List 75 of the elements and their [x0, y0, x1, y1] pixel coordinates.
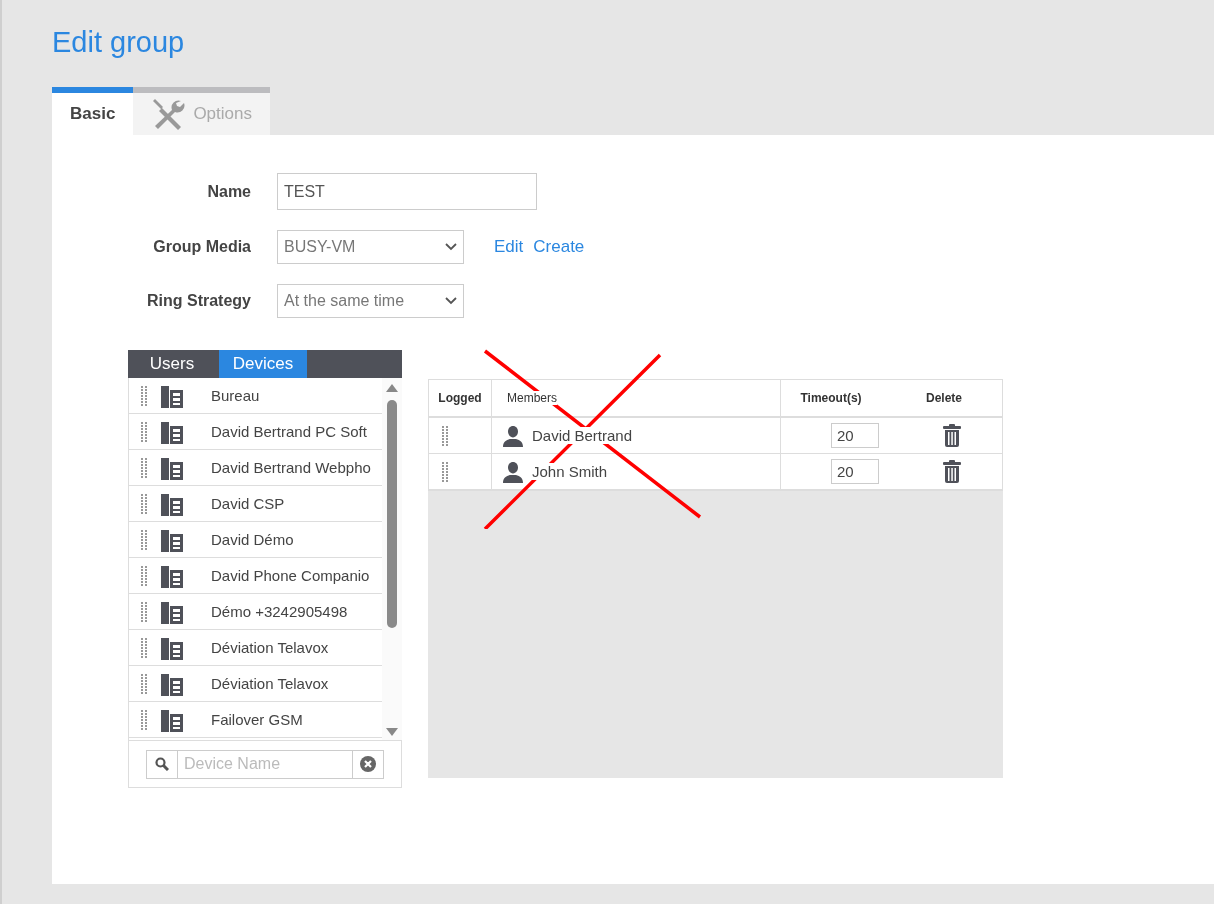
field-label: Group Media: [152, 238, 251, 256]
user-icon: [502, 460, 524, 483]
drag-handle-icon[interactable]: [141, 385, 147, 406]
desk-phone-icon: [161, 383, 183, 408]
group-media-select[interactable]: BUSY-VM: [277, 230, 464, 264]
link[interactable]: Edit: [494, 237, 524, 257]
scroll-down-icon[interactable]: [386, 728, 398, 736]
device-name: David Bertrand PC Soft: [211, 423, 367, 440]
scrollbar[interactable]: [382, 378, 402, 740]
trash-icon[interactable]: [943, 460, 961, 483]
user-icon: [502, 424, 524, 447]
link[interactable]: Create: [533, 237, 585, 257]
drag-handle-icon[interactable]: [141, 493, 147, 514]
device-list-item[interactable]: Déviation Telavox: [129, 666, 382, 702]
tools-icon: [151, 97, 186, 131]
desk-phone-icon: [161, 707, 183, 732]
desk-phone-icon: [161, 635, 183, 660]
timeout-input[interactable]: 20: [831, 459, 879, 484]
device-name: David Démo: [211, 531, 294, 548]
desk-phone-icon: [161, 491, 183, 516]
search-icon[interactable]: [155, 757, 169, 771]
scroll-up-icon[interactable]: [386, 384, 398, 392]
drag-handle-icon[interactable]: [141, 421, 147, 442]
desk-phone-icon: [161, 527, 183, 552]
device-list-item[interactable]: David Démo: [129, 522, 382, 558]
column-header: Delete: [925, 390, 964, 407]
device-list-item[interactable]: David Bertrand Webpho: [129, 450, 382, 486]
column-header: Timeout(s): [799, 390, 863, 407]
desk-phone-icon: [161, 419, 183, 444]
search-field[interactable]: Device Name: [146, 749, 384, 779]
timeout-input[interactable]: 20: [831, 423, 879, 448]
column-header: Logged: [429, 380, 492, 416]
chevron-down-icon: [445, 243, 457, 251]
drag-handle-icon[interactable]: [141, 673, 147, 694]
drag-handle-icon[interactable]: [141, 565, 147, 586]
tab[interactable]: Basic: [52, 87, 134, 135]
drag-handle-icon[interactable]: [141, 709, 147, 730]
name-input[interactable]: TEST: [277, 173, 537, 210]
field-label: Name: [206, 182, 251, 201]
chevron-down-icon: [445, 297, 457, 305]
device-name: Déviation Telavox: [211, 639, 329, 656]
page-title: Edit group: [52, 26, 186, 60]
device-list-item[interactable]: David Bertrand PC Soft: [129, 414, 382, 450]
device-list-item[interactable]: David Phone Companio: [129, 558, 382, 594]
clear-icon[interactable]: [360, 756, 376, 772]
drag-handle-icon[interactable]: [442, 461, 448, 482]
desk-phone-icon: [161, 563, 183, 588]
device-list-item[interactable]: David CSP: [129, 486, 382, 522]
member-name: David Bertrand: [532, 427, 633, 444]
scrollbar-thumb[interactable]: [387, 400, 397, 628]
device-list-item[interactable]: Démo +3242905498: [129, 594, 382, 630]
device-list-item[interactable]: Bureau: [129, 378, 382, 414]
drag-handle-icon[interactable]: [141, 529, 147, 550]
trash-icon[interactable]: [943, 424, 961, 447]
desk-phone-icon: [161, 671, 183, 696]
desk-phone-icon: [161, 599, 183, 624]
device-name: Failover GSM: [211, 711, 303, 728]
device-name: David Bertrand Webpho: [211, 459, 371, 476]
tab[interactable]: Devices: [219, 350, 307, 378]
device-name: David CSP: [211, 495, 285, 512]
desk-phone-icon: [161, 455, 183, 480]
drag-handle-icon[interactable]: [141, 601, 147, 622]
member-name: John Smith: [532, 463, 608, 480]
drag-handle-icon[interactable]: [141, 637, 147, 658]
device-list-item[interactable]: Déviation Telavox: [129, 630, 382, 666]
device-name: Bureau: [211, 387, 260, 404]
drag-handle-icon[interactable]: [141, 457, 147, 478]
drag-handle-icon[interactable]: [442, 425, 448, 446]
device-name: David Phone Companio: [211, 567, 370, 584]
field-label: Ring Strategy: [146, 292, 251, 310]
device-name: Démo +3242905498: [211, 603, 348, 620]
ring-strategy-select[interactable]: At the same time: [277, 284, 464, 318]
device-list-item[interactable]: Failover GSM: [129, 702, 382, 738]
device-name: Déviation Telavox: [211, 675, 329, 692]
column-header: Members: [507, 391, 557, 405]
